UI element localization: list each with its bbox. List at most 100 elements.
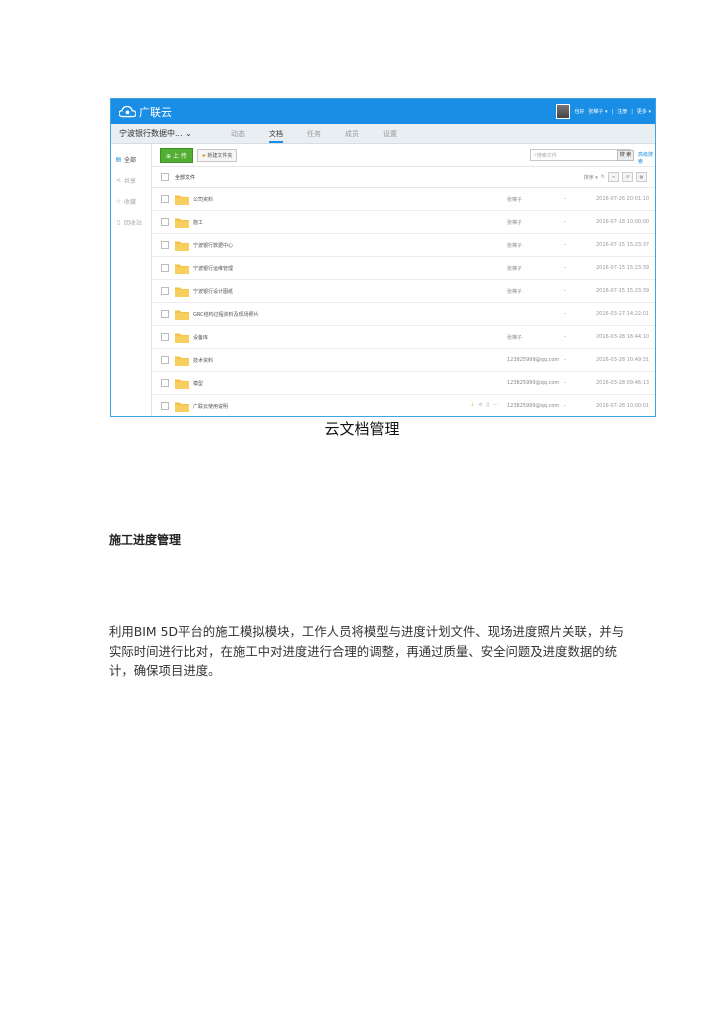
sidebar-item-label: 全部	[124, 157, 137, 164]
search-input[interactable]: ⌕ 搜索文件	[530, 149, 631, 161]
file-row[interactable]: 模型 123825999@qq.com - 2016-03-28 09:46:13	[152, 372, 655, 395]
row-checkbox[interactable]	[161, 356, 169, 364]
sidebar-item-trash[interactable]: ▯ 回收站	[111, 212, 151, 233]
share-icon[interactable]: <	[478, 402, 482, 408]
file-date: 2016-07-28 10:00:01	[596, 403, 650, 409]
upload-button[interactable]: ⊕ 上 传	[160, 147, 193, 163]
file-owner: 张梯子	[507, 243, 523, 249]
file-name[interactable]: 模型	[193, 380, 203, 387]
folder-icon	[175, 195, 189, 205]
more-icon[interactable]: ···	[493, 402, 498, 408]
tab-activity[interactable]: 动态	[231, 129, 245, 139]
upload-label: 上 传	[172, 152, 187, 160]
folder-icon	[175, 241, 189, 251]
row-checkbox[interactable]	[161, 402, 169, 410]
row-checkbox[interactable]	[161, 310, 169, 318]
file-owner: 张梯子	[507, 220, 523, 226]
file-date: 2016-07-15 15:23:37	[596, 242, 650, 248]
file-name[interactable]: 施工	[193, 219, 203, 226]
app-logo[interactable]: 广联云	[119, 104, 172, 120]
file-row[interactable]: 广联云使用说明 ⇣ < ▯ ··· 123825999@qq.com - 2016-07-28…	[152, 395, 655, 416]
app-header: 广联云 也好 张梯子 ▾ | 注册 | 更多 ▾	[111, 99, 655, 124]
file-date: 2016-07-15 15:23:39	[596, 288, 650, 294]
avatar[interactable]	[556, 104, 571, 119]
sidebar-item-label: 共享	[124, 178, 137, 185]
search-placeholder: 搜索文件	[536, 152, 557, 159]
file-owner: 123825999@qq.com	[507, 403, 560, 409]
list-view-icon[interactable]: ≡	[608, 172, 619, 182]
tab-tasks[interactable]: 任务	[307, 129, 321, 139]
file-panel: ⊕ 上 传 ▰ 新建文件夹 ⌕ 搜索文件 搜 索 高级搜索 全部文件 排序 ▾ …	[152, 144, 655, 416]
file-size: -	[564, 288, 566, 294]
refresh-icon[interactable]: ↻	[601, 174, 605, 180]
file-date: 2016-03-27 14:22:01	[596, 311, 650, 317]
file-row[interactable]: GRC结构过程资料及现场照片 - 2016-03-27 14:22:01	[152, 303, 655, 326]
file-size: -	[564, 196, 566, 202]
row-checkbox[interactable]	[161, 287, 169, 295]
file-row[interactable]: 施工 张梯子 - 2016-07-18 10:00:00	[152, 211, 655, 234]
share-icon: <	[115, 177, 122, 184]
sidebar-item-label: 回收站	[124, 220, 143, 227]
advanced-search-link[interactable]: 高级搜索	[638, 151, 655, 165]
download-icon[interactable]: ⇣	[470, 402, 474, 408]
file-name[interactable]: 宁波银行设计图纸	[193, 288, 233, 295]
register-link[interactable]: 注册	[617, 108, 627, 115]
file-row[interactable]: 公司资料 张梯子 - 2016-07-26 20:01:10	[152, 188, 655, 211]
row-checkbox[interactable]	[161, 218, 169, 226]
sidebar-item-all[interactable]: ▤ 全部	[111, 149, 151, 170]
figure-caption: 云文档管理	[324, 420, 400, 438]
file-date: 2016-03-28 10:49:31	[596, 357, 650, 363]
select-all-checkbox[interactable]	[161, 173, 169, 181]
file-owner: 123825999@qq.com	[507, 380, 560, 386]
favorite-icon[interactable]: ▯	[486, 402, 489, 408]
file-date: 2016-07-15 15:23:39	[596, 265, 650, 271]
tab-members[interactable]: 成员	[345, 129, 359, 139]
row-checkbox[interactable]	[161, 241, 169, 249]
list-tools: 排序 ▾ ↻ ≡ ☰ ▦	[584, 172, 647, 182]
row-checkbox[interactable]	[161, 333, 169, 341]
more-menu[interactable]: 更多 ▾	[637, 108, 651, 115]
new-folder-label: 新建文件夹	[207, 152, 233, 159]
file-row[interactable]: 设备库 张梯子 - 2016-03-28 16:44:10	[152, 326, 655, 349]
file-name[interactable]: 宁波银行运维管理	[193, 265, 233, 272]
file-owner: 张梯子	[507, 289, 523, 295]
tab-documents[interactable]: 文档	[269, 129, 283, 143]
detail-view-icon[interactable]: ☰	[622, 172, 633, 182]
folder-icon	[175, 310, 189, 320]
file-row[interactable]: 技术资料 123825999@qq.com - 2016-03-28 10:49:31	[152, 349, 655, 372]
sidebar-item-share[interactable]: < 共享	[111, 170, 151, 191]
file-name[interactable]: 公司资料	[193, 196, 213, 203]
row-checkbox[interactable]	[161, 195, 169, 203]
file-row[interactable]: 宁波银行数据中心 张梯子 - 2016-07-15 15:23:37	[152, 234, 655, 257]
file-size: -	[564, 219, 566, 225]
row-checkbox[interactable]	[161, 264, 169, 272]
app-title: 广联云	[139, 105, 172, 119]
sidebar: ▤ 全部 < 共享 ☆ 收藏 ▯ 回收站	[111, 144, 152, 416]
new-folder-button[interactable]: ▰ 新建文件夹	[196, 148, 238, 162]
folder-icon	[175, 218, 189, 228]
file-row[interactable]: 宁波银行运维管理 张梯子 - 2016-07-15 15:23:39	[152, 257, 655, 280]
folder-icon	[175, 287, 189, 297]
cloud-logo-icon	[119, 105, 136, 118]
file-name[interactable]: GRC结构过程资料及现场照片	[193, 311, 259, 318]
folder-icon: ▤	[115, 156, 122, 163]
file-date: 2016-03-28 16:44:10	[596, 334, 650, 340]
file-name[interactable]: 技术资料	[193, 357, 213, 364]
search-button[interactable]: 搜 索	[617, 150, 634, 161]
user-menu[interactable]: 张梯子 ▾	[588, 108, 607, 115]
file-name[interactable]: 设备库	[193, 334, 208, 341]
separator: |	[611, 108, 614, 115]
breadcrumb[interactable]: 全部文件	[175, 174, 195, 181]
tab-settings[interactable]: 设置	[383, 129, 397, 139]
row-checkbox[interactable]	[161, 379, 169, 387]
grid-view-icon[interactable]: ▦	[636, 172, 647, 182]
project-select[interactable]: 宁波银行数据中... ⌄	[119, 128, 231, 139]
sidebar-item-favorites[interactable]: ☆ 收藏	[111, 191, 151, 212]
sort-dropdown[interactable]: 排序 ▾	[584, 174, 598, 181]
file-name[interactable]: 宁波银行数据中心	[193, 242, 233, 249]
upload-icon: ⊕	[166, 152, 172, 160]
new-folder-icon: ▰	[201, 152, 206, 159]
file-row[interactable]: 宁波银行设计图纸 张梯子 - 2016-07-15 15:23:39	[152, 280, 655, 303]
body-paragraph: 利用BIM 5D平台的施工模拟模块，工作人员将模型与进度计划文件、现场进度照片关…	[109, 624, 625, 678]
file-name[interactable]: 广联云使用说明	[193, 403, 228, 410]
